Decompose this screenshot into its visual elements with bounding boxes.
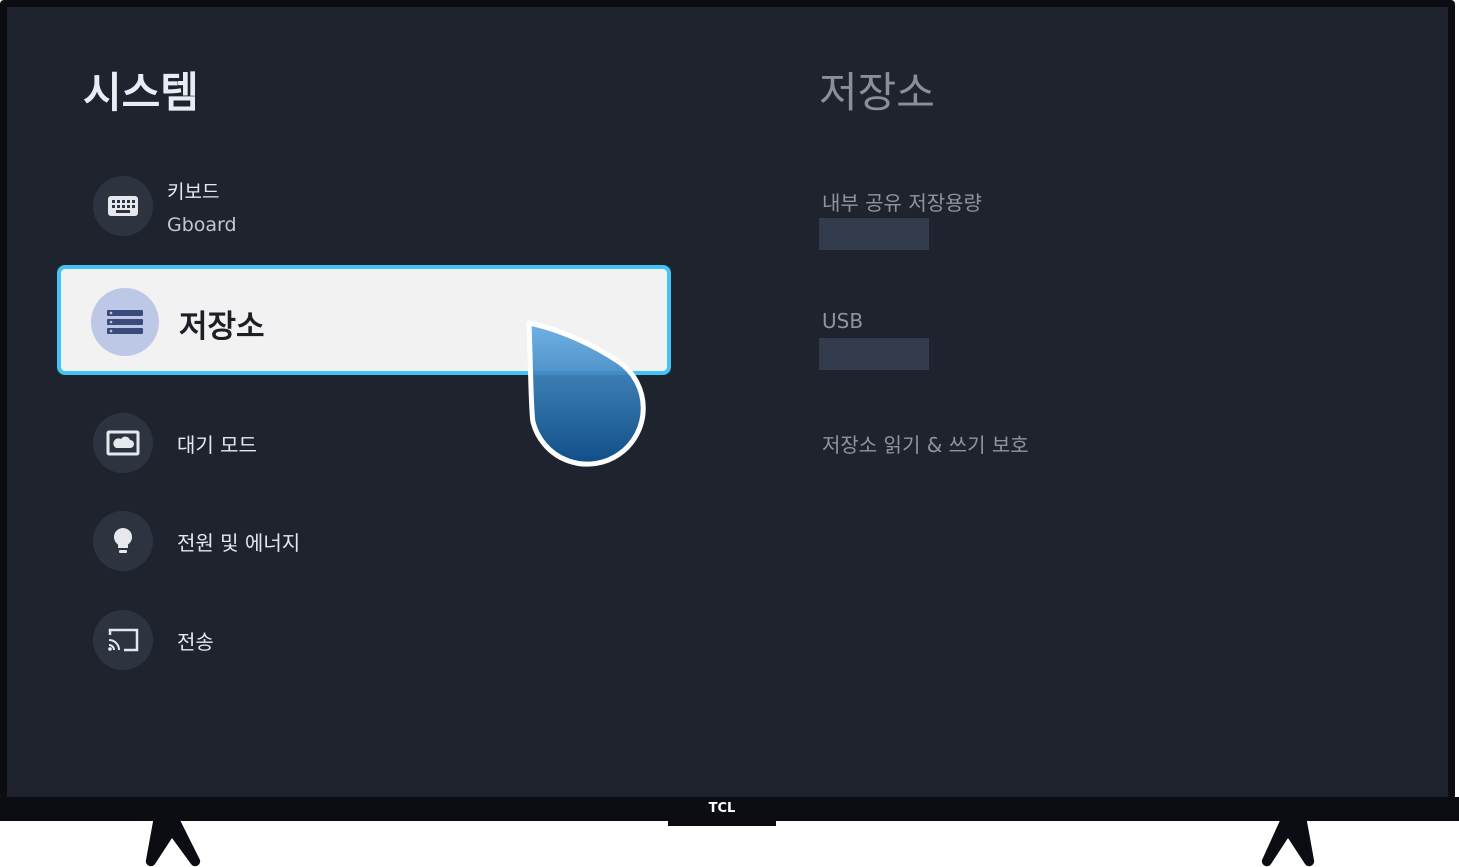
internal-storage-item[interactable]: 내부 공유 저장용량 (822, 187, 982, 216)
lightbulb-icon (93, 511, 153, 571)
settings-category-title: 시스템 (83, 68, 199, 117)
keyboard-label: 키보드 (167, 180, 220, 203)
keyboard-sublabel: Gboard (167, 213, 237, 236)
detail-panel-title: 저장소 (819, 68, 935, 117)
usb-storage-value-placeholder (819, 338, 929, 370)
tv-stand-left (145, 816, 201, 867)
menu-item-keyboard[interactable]: 키보드 Gboard (93, 176, 237, 236)
tv-stand-right (1261, 816, 1315, 867)
internal-storage-value-placeholder (819, 218, 929, 250)
usb-storage-item[interactable]: USB (822, 309, 863, 333)
menu-item-cast[interactable]: 전송 (93, 610, 214, 670)
power-energy-label: 전원 및 에너지 (177, 530, 301, 555)
cast-icon (93, 610, 153, 670)
keyboard-icon (93, 176, 153, 236)
storage-label: 저장소 (179, 309, 265, 345)
menu-item-power-energy[interactable]: 전원 및 에너지 (93, 511, 300, 571)
storage-icon (91, 288, 159, 356)
menu-item-screensaver[interactable]: 대기 모드 (93, 413, 257, 473)
tv-screen: 시스템 키보드 Gboard 저장소 대기 모드 전원 및 에너지 전송 저장소… (7, 7, 1448, 797)
cast-label: 전송 (177, 629, 214, 654)
tv-brand-logo: TCL (668, 797, 776, 826)
pointer-cursor-icon (526, 320, 646, 467)
screensaver-label: 대기 모드 (177, 432, 257, 457)
screensaver-icon (93, 413, 153, 473)
storage-write-protect-item[interactable]: 저장소 읽기 & 쓰기 보호 (822, 429, 1029, 458)
